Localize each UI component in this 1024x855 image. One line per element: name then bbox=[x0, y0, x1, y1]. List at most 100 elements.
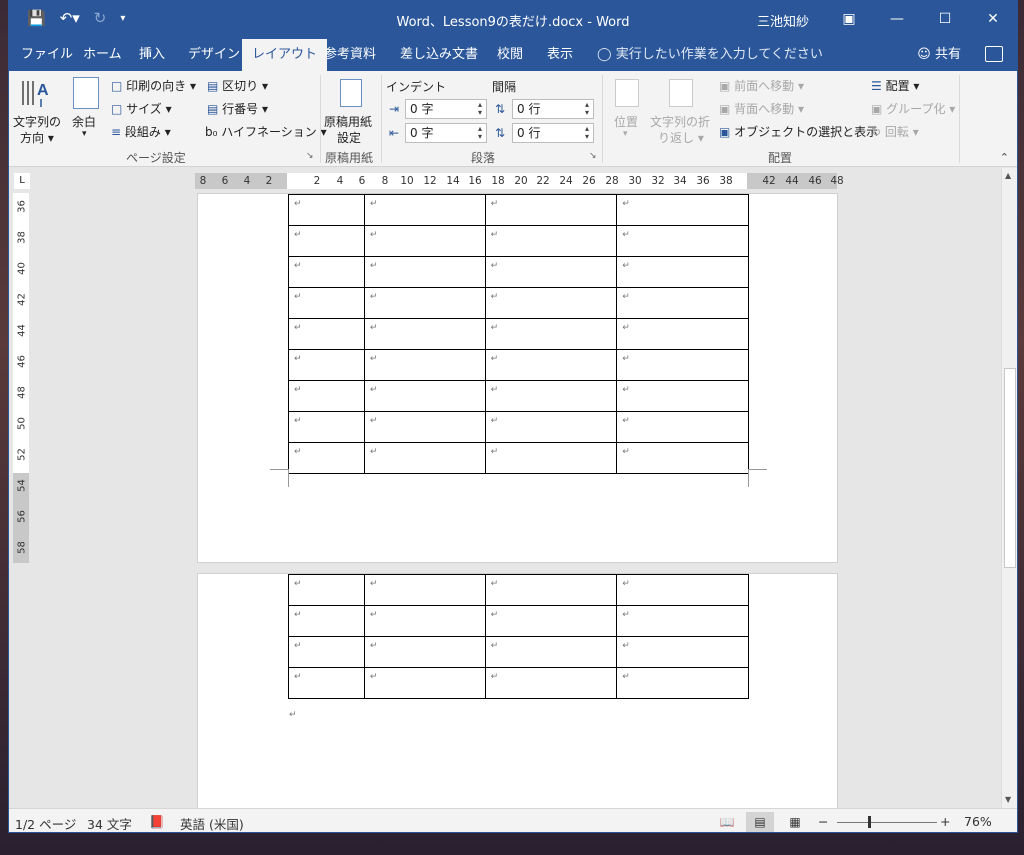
table-cell[interactable]: ↵ bbox=[616, 411, 749, 443]
table-cell[interactable]: ↵ bbox=[363, 256, 486, 288]
breaks-button[interactable]: ▤ 区切り ▾ bbox=[207, 77, 268, 94]
table-cell[interactable]: ↵ bbox=[363, 194, 486, 226]
language-indicator[interactable]: 英語 (米国) bbox=[180, 814, 244, 832]
table-cell[interactable]: ↵ bbox=[363, 318, 486, 350]
word-count[interactable]: 34 文字 bbox=[87, 814, 132, 832]
share-button[interactable]: ☺ 共有 bbox=[917, 39, 961, 71]
columns-button[interactable]: ≡ 段組み ▾ bbox=[111, 123, 171, 140]
table-cell[interactable]: ↵ bbox=[363, 667, 486, 699]
table-cell[interactable]: ↵ bbox=[616, 380, 749, 412]
table-cell[interactable]: ↵ bbox=[288, 667, 365, 699]
proofing-icon[interactable]: 📕 bbox=[149, 814, 165, 830]
table-cell[interactable]: ↵ bbox=[484, 667, 618, 699]
zoom-slider[interactable] bbox=[837, 822, 937, 823]
zoom-in-button[interactable]: + bbox=[940, 814, 950, 829]
table-cell[interactable]: ↵ bbox=[616, 636, 749, 668]
web-layout-icon[interactable]: ▦ bbox=[781, 812, 809, 832]
table-cell[interactable]: ↵ bbox=[484, 411, 618, 443]
ribbon-display-options-icon[interactable]: ▣ bbox=[825, 1, 873, 37]
zoom-out-button[interactable]: − bbox=[818, 814, 828, 829]
spacing-after-input[interactable]: 0 行 bbox=[512, 123, 594, 143]
table-cell[interactable]: ↵ bbox=[484, 636, 618, 668]
table-cell[interactable]: ↵ bbox=[363, 636, 486, 668]
read-mode-icon[interactable]: 📖 bbox=[713, 812, 741, 832]
table-cell[interactable]: ↵ bbox=[616, 605, 749, 637]
size-button[interactable]: □ サイズ ▾ bbox=[111, 100, 172, 117]
table-cell[interactable]: ↵ bbox=[484, 380, 618, 412]
tab-design[interactable]: デザイン bbox=[178, 39, 250, 71]
table-cell[interactable]: ↵ bbox=[616, 225, 749, 257]
scroll-down-icon[interactable]: ▼ bbox=[1005, 795, 1011, 804]
table-cell[interactable]: ↵ bbox=[616, 256, 749, 288]
hyphenation-button[interactable]: b₀ ハイフネーション ▾ bbox=[205, 123, 327, 140]
orientation-button[interactable]: □ 印刷の向き ▾ bbox=[111, 77, 196, 94]
table-cell[interactable]: ↵ bbox=[288, 411, 365, 443]
spacing-before-input[interactable]: 0 行 bbox=[512, 99, 594, 119]
paragraph-launcher-icon[interactable]: ↘ bbox=[589, 151, 597, 161]
table-cell[interactable]: ↵ bbox=[363, 411, 486, 443]
table-cell[interactable]: ↵ bbox=[288, 349, 365, 381]
page-2[interactable]: ↵ ↵ ↵ ↵ ↵ ↵ ↵ ↵ ↵ ↵ ↵ ↵ ↵ ↵ ↵ ↵ ↵ bbox=[198, 574, 837, 808]
table-cell[interactable]: ↵ bbox=[616, 287, 749, 319]
minimize-icon[interactable]: — bbox=[873, 1, 921, 37]
table-cell[interactable]: ↵ bbox=[616, 442, 749, 474]
table-cell[interactable]: ↵ bbox=[484, 605, 618, 637]
close-icon[interactable]: ✕ bbox=[969, 1, 1017, 37]
zoom-slider-thumb[interactable] bbox=[868, 816, 871, 828]
table-cell[interactable]: ↵ bbox=[288, 256, 365, 288]
table-cell[interactable]: ↵ bbox=[288, 287, 365, 319]
table-cell[interactable]: ↵ bbox=[616, 574, 749, 606]
table-cell[interactable]: ↵ bbox=[288, 225, 365, 257]
horizontal-ruler[interactable]: 8 6 4 2 2 4 6 8 10 12 14 16 18 20 22 24 26 28 30 32 34 36 38 42… bbox=[195, 173, 844, 189]
tell-me-box[interactable]: ◯ 実行したい作業を入力してください bbox=[597, 39, 823, 71]
table-cell[interactable]: ↵ bbox=[616, 194, 749, 226]
table-page-1[interactable]: ↵ ↵ ↵ ↵ ↵ ↵ ↵ ↵ ↵ ↵ ↵ ↵ ↵ ↵ ↵ ↵ ↵ ↵ ↵ ↵ ↵ ↵ ↵ ↵ ↵ ↵ ↵ ↵ ↵ ↵ ↵ ↵ ↵ ↵ ↵ ↵ bbox=[288, 194, 749, 474]
table-cell[interactable]: ↵ bbox=[363, 574, 486, 606]
zoom-level[interactable]: 76% bbox=[964, 814, 992, 829]
line-numbers-button[interactable]: ▤ 行番号 ▾ bbox=[207, 100, 268, 117]
table-cell[interactable]: ↵ bbox=[484, 256, 618, 288]
table-page-2[interactable]: ↵ ↵ ↵ ↵ ↵ ↵ ↵ ↵ ↵ ↵ ↵ ↵ ↵ ↵ ↵ ↵ bbox=[288, 574, 749, 699]
tab-insert[interactable]: 挿入 bbox=[129, 39, 175, 71]
table-cell[interactable]: ↵ bbox=[288, 574, 365, 606]
table-cell[interactable]: ↵ bbox=[616, 349, 749, 381]
tab-mailings[interactable]: 差し込み文書 bbox=[390, 39, 488, 71]
page-count[interactable]: 1/2 ページ bbox=[15, 814, 76, 832]
user-name[interactable]: 三池知紗 bbox=[757, 11, 809, 30]
tab-home[interactable]: ホーム bbox=[73, 39, 132, 71]
table-cell[interactable]: ↵ bbox=[484, 287, 618, 319]
group-objects-button[interactable]: ▣ グループ化 ▾ bbox=[871, 100, 955, 117]
rotate-button[interactable]: ↻ 回転 ▾ bbox=[871, 123, 919, 140]
table-cell[interactable]: ↵ bbox=[616, 667, 749, 699]
table-cell[interactable]: ↵ bbox=[363, 225, 486, 257]
tab-selector[interactable]: L bbox=[14, 173, 30, 189]
indent-right-input[interactable]: 0 字 bbox=[405, 123, 487, 143]
comments-icon[interactable] bbox=[985, 46, 1003, 62]
page-setup-launcher-icon[interactable]: ↘ bbox=[306, 151, 314, 161]
tab-references[interactable]: 参考資料 bbox=[314, 39, 386, 71]
selection-pane-button[interactable]: ▣ オブジェクトの選択と表示 bbox=[719, 123, 878, 140]
vertical-ruler[interactable]: 36 38 40 42 44 46 48 50 52 54 56 58 bbox=[13, 193, 29, 563]
scroll-up-icon[interactable]: ▲ bbox=[1005, 171, 1011, 180]
collapse-ribbon-icon[interactable]: ⌃ bbox=[1000, 151, 1009, 164]
indent-left-input[interactable]: 0 字 bbox=[405, 99, 487, 119]
document-area[interactable]: L 8 6 4 2 2 4 6 8 10 12 14 16 18 20 22 24 26 28 30 32 34 36 38… bbox=[9, 168, 1001, 808]
bring-forward-button[interactable]: ▣ 前面へ移動 ▾ bbox=[719, 77, 804, 94]
table-cell[interactable]: ↵ bbox=[288, 318, 365, 350]
send-backward-button[interactable]: ▣ 背面へ移動 ▾ bbox=[719, 100, 804, 117]
table-cell[interactable]: ↵ bbox=[484, 574, 618, 606]
table-cell[interactable]: ↵ bbox=[288, 636, 365, 668]
table-cell[interactable]: ↵ bbox=[363, 287, 486, 319]
table-cell[interactable]: ↵ bbox=[363, 442, 486, 474]
table-cell[interactable]: ↵ bbox=[363, 349, 486, 381]
table-cell[interactable]: ↵ bbox=[484, 349, 618, 381]
table-cell[interactable]: ↵ bbox=[484, 318, 618, 350]
scroll-thumb[interactable] bbox=[1004, 368, 1016, 568]
table-cell[interactable]: ↵ bbox=[288, 442, 365, 474]
page-1[interactable]: ↵ ↵ ↵ ↵ ↵ ↵ ↵ ↵ ↵ ↵ ↵ ↵ ↵ ↵ ↵ ↵ ↵ ↵ ↵ ↵ ↵ ↵ ↵ ↵ ↵ ↵ ↵ ↵ ↵ ↵ ↵ ↵ ↵ ↵ ↵ ↵ bbox=[198, 194, 837, 562]
vertical-scrollbar[interactable]: ▲ ▼ bbox=[1001, 168, 1017, 808]
table-cell[interactable]: ↵ bbox=[288, 605, 365, 637]
maximize-icon[interactable]: ☐ bbox=[921, 1, 969, 37]
table-cell[interactable]: ↵ bbox=[363, 605, 486, 637]
print-layout-icon[interactable]: ▤ bbox=[746, 812, 774, 832]
